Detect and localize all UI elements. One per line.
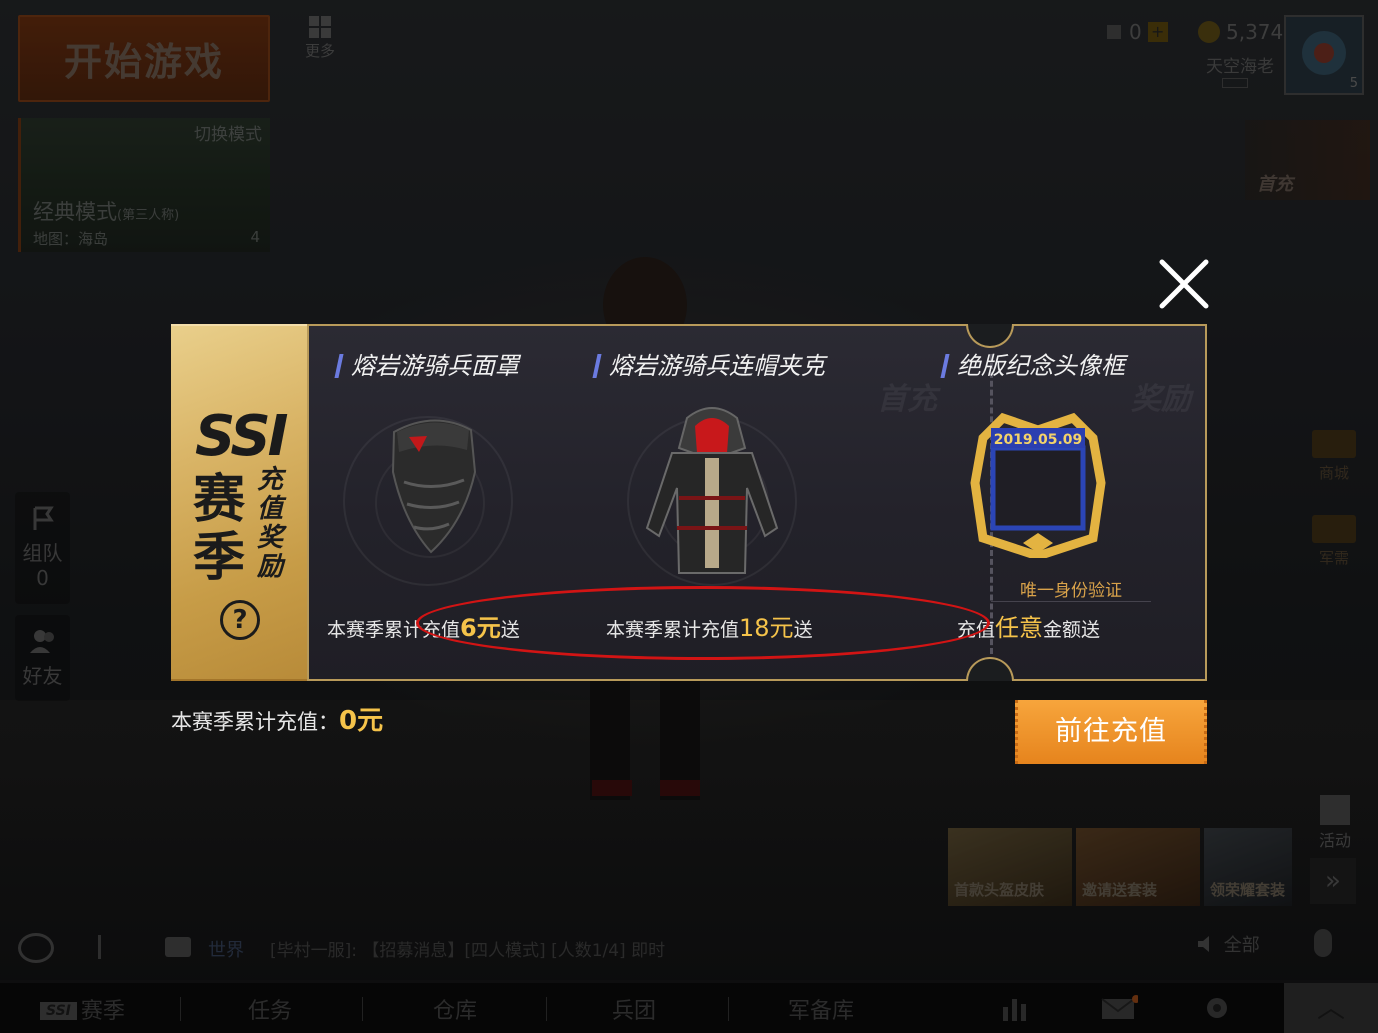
jacket-item-image[interactable] [627,398,797,578]
ssi-logo: SSI [195,404,288,469]
item-title-jacket: 熔岩游骑兵连帽夹克 [595,346,825,381]
frame-date: 2019.05.09 [994,432,1083,448]
watermark-reward: 奖励 [1131,382,1191,417]
identity-divider [991,601,1151,602]
ticket-notch-bottom [966,657,1014,681]
recharge-reward-title: 充值奖励 [257,465,284,582]
season-gold-panel: SSI 赛季 充值奖励 ? [171,324,309,681]
item-title-frame: 绝版纪念头像框 [943,346,1125,381]
help-button[interactable]: ? [220,600,260,640]
red-highlight-ellipse [416,586,990,660]
close-icon[interactable] [1156,256,1212,312]
mask-item-image[interactable] [379,412,489,562]
season-title: 赛季 [193,470,246,588]
watermark-first-charge: 首充 [877,382,937,417]
avatar-frame-image[interactable]: 2019.05.09 [963,408,1113,558]
item-title-mask: 熔岩游骑兵面罩 [337,346,519,381]
go-recharge-button[interactable]: 前往充值 [1015,700,1207,764]
rewards-panel: 首充 奖励 熔岩游骑兵面罩 本赛季累计充值6元送 熔岩游骑兵连帽夹克 本赛季累计… [307,324,1207,681]
recharge-reward-modal: SSI 赛季 充值奖励 ? 首充 奖励 熔岩游骑兵面罩 本赛季累计充值6元送 熔… [171,324,1207,681]
season-total-recharge: 本赛季累计充值：0元 [171,706,384,736]
ticket-notch-top [966,324,1014,348]
frame-identity-label: 唯一身份验证 [1020,581,1122,601]
